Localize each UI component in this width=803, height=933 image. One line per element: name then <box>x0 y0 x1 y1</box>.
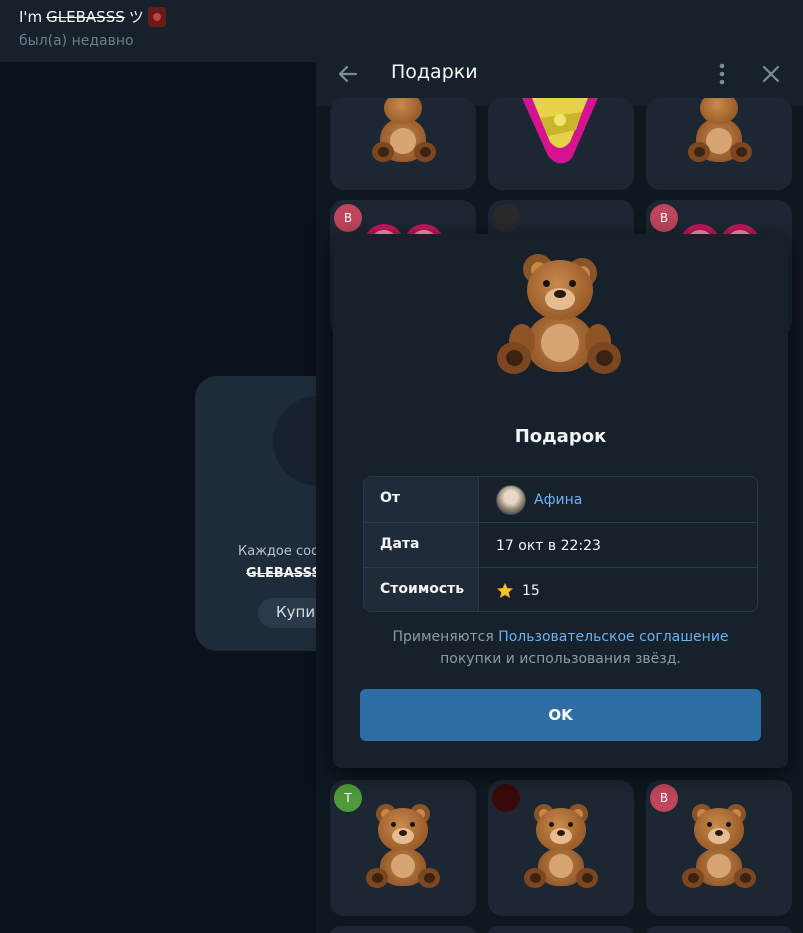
more-vertical-icon[interactable] <box>710 60 734 88</box>
date-value: 17 окт в 22:23 <box>496 537 601 554</box>
gift-tile[interactable]: В <box>646 780 792 916</box>
info-row-from: От Афина <box>364 477 757 522</box>
gift-info-table: От Афина Дата 17 окт в 22:23 Стоимость 1… <box>363 476 758 612</box>
bear-gift-icon <box>358 98 448 188</box>
bear-gift-icon <box>674 98 764 188</box>
panel-header: Подарки <box>316 44 803 106</box>
gift-tile[interactable] <box>488 780 634 916</box>
gift-emoji-icon <box>147 6 166 27</box>
gift-tile[interactable] <box>488 98 634 190</box>
chat-title[interactable]: I'm GLEBASSS ツ <box>19 6 166 27</box>
sender-name-link[interactable]: Афина <box>534 492 582 508</box>
bear-gift-icon <box>358 804 448 894</box>
ok-button[interactable]: OK <box>360 689 761 741</box>
chat-card-text: Каждое сос <box>238 544 319 559</box>
gift-tile[interactable] <box>330 98 476 190</box>
chat-title-name: GLEBASSS <box>46 7 125 26</box>
gift-tile[interactable] <box>646 98 792 190</box>
info-row-date: Дата 17 окт в 22:23 <box>364 522 757 568</box>
panel-title: Подарки <box>391 61 478 83</box>
info-value: 15 <box>480 568 556 611</box>
terms-prefix: Применяются <box>392 629 494 645</box>
arrow-left-icon[interactable] <box>334 60 362 88</box>
chat-card-name: GLEBASSS <box>246 566 321 581</box>
gift-tile[interactable] <box>488 926 634 933</box>
gift-details-modal: Подарок От Афина Дата 17 окт в 22:23 Сто… <box>333 234 788 768</box>
chat-title-prefix: I'm <box>19 7 43 26</box>
sender-avatar <box>492 204 520 232</box>
gift-tile[interactable] <box>330 926 476 933</box>
chat-title-suffix: ツ <box>128 8 144 26</box>
heart-gift-icon <box>522 98 598 164</box>
star-icon <box>496 582 514 598</box>
modal-title: Подарок <box>514 426 607 447</box>
info-label: От <box>364 477 479 522</box>
info-value: 17 окт в 22:23 <box>480 523 617 568</box>
gift-tile[interactable] <box>646 926 792 933</box>
bear-gift-icon <box>516 804 606 894</box>
chat-status: был(а) недавно <box>19 33 134 49</box>
gift-tile[interactable]: Т <box>330 780 476 916</box>
close-icon[interactable] <box>758 60 784 88</box>
info-label: Стоимость <box>364 568 479 611</box>
info-row-cost: Стоимость 15 <box>364 567 757 611</box>
terms-link[interactable]: Пользовательское соглашение <box>498 629 728 645</box>
terms-suffix: покупки и использования звёзд. <box>440 651 681 667</box>
cost-value: 15 <box>522 582 540 599</box>
terms-text: Применяются Пользовательское соглашение … <box>333 626 788 670</box>
info-label: Дата <box>364 523 479 568</box>
bear-gift-icon <box>674 804 764 894</box>
teddy-bear-gift-icon <box>497 254 621 378</box>
info-value[interactable]: Афина <box>480 477 598 522</box>
avatar[interactable] <box>496 484 526 515</box>
